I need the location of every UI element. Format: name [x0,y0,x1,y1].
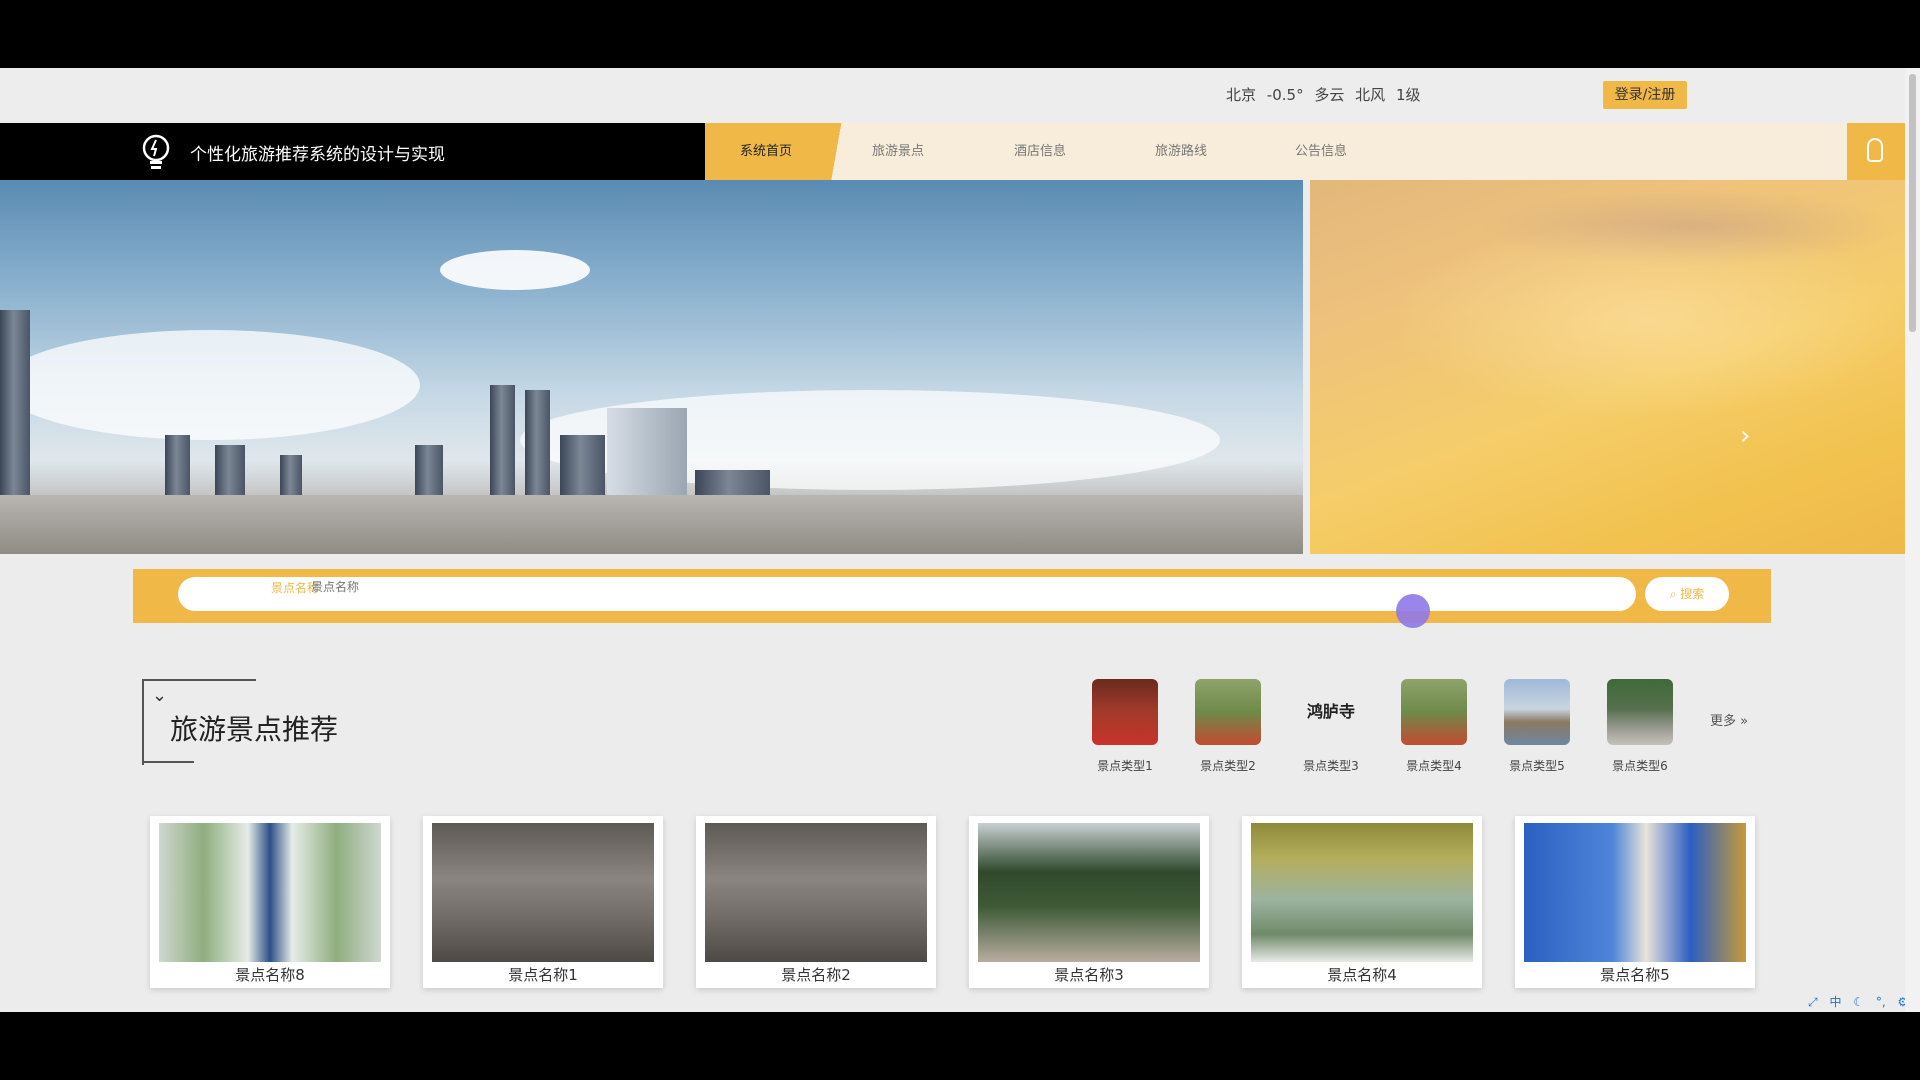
building-shape [0,310,30,500]
attraction-name: 景点名称3 [1054,966,1124,984]
category-item-4[interactable]: 景点类型4 [1389,679,1479,774]
category-item-2[interactable]: 景点类型2 [1183,679,1273,774]
attraction-card[interactable]: 景点名称1 [423,816,663,988]
category-thumb-garden [1401,679,1467,745]
search-input[interactable] [309,579,1413,595]
building-shape [215,445,245,500]
brand[interactable]: 个性化旅游推荐系统的设计与实现 [0,123,705,180]
attraction-name: 景点名称8 [235,966,305,984]
section-title: 旅游景点推荐 [170,713,339,746]
category-item-6[interactable]: 景点类型6 [1595,679,1685,774]
scrollbar-thumb[interactable] [1909,74,1916,332]
attraction-card[interactable]: 景点名称8 [150,816,390,988]
nav-item-hotels[interactable]: 酒店信息 [985,123,1095,180]
section-title-frame-bottom [142,761,194,763]
nav-item-attractions[interactable]: 旅游景点 [843,123,953,180]
weather-wind: 北风 [1355,86,1386,104]
category-label: 景点类型2 [1200,759,1256,773]
bulb-icon [1867,138,1883,162]
category-thumb-garden [1195,679,1261,745]
nav-toggle-button[interactable] [1847,123,1905,180]
category-item-5[interactable]: 景点类型5 [1492,679,1582,774]
attraction-card[interactable]: 景点名称2 [696,816,936,988]
attraction-image [1524,823,1746,962]
cursor-indicator [1396,594,1430,628]
search-button[interactable]: ⌕ 搜索 [1645,577,1729,611]
attraction-name: 景点名称1 [508,966,578,984]
attraction-image [705,823,927,962]
banner-city-image [0,180,1303,554]
category-item-3[interactable]: 鸿胪寺 景点类型3 [1286,679,1376,774]
ime-indicator[interactable]: 中 [1829,995,1841,1009]
building-shape [280,455,302,500]
weather-temp: -0.5° [1266,86,1304,104]
cloud-shape [440,250,590,290]
attraction-card[interactable]: 景点名称5 [1515,816,1755,988]
building-shape [165,435,190,500]
more-link[interactable]: 更多 » [1710,710,1748,729]
attraction-card[interactable]: 景点名称4 [1242,816,1482,988]
category-label: 景点类型4 [1406,759,1462,773]
building-shape [525,390,550,500]
system-tray: ⤢ 中 ☾ °, ⚙ [1800,993,1908,1010]
letterbox-bottom [0,1012,1920,1080]
nav-item-routes[interactable]: 旅游路线 [1126,123,1236,180]
search-icon: ⌕ [1669,587,1681,601]
search-button-label: 搜索 [1680,587,1705,601]
category-thumb-lake [1504,679,1570,745]
nav-item-notices[interactable]: 公告信息 [1266,123,1376,180]
page: 北京 -0.5° 多云 北风 1级 登录/注册 个性化旅游推荐系统的设计与实现 … [0,68,1920,1012]
chevron-down-icon: ⌄ [152,685,168,706]
resize-icon[interactable]: ⤢ [1808,995,1818,1009]
category-label: 景点类型1 [1097,759,1153,773]
category-item-1[interactable]: 景点类型1 [1080,679,1170,774]
category-label: 景点类型3 [1303,759,1359,773]
weather-level: 1级 [1395,86,1421,104]
building-shape [490,385,515,500]
letterbox-top [0,0,1920,68]
attraction-image [432,823,654,962]
attraction-name: 景点名称2 [781,966,851,984]
login-register-button[interactable]: 登录/注册 [1603,81,1687,109]
nav-item-home[interactable]: 系统首页 [705,123,827,180]
water-reflection [0,495,1303,554]
attraction-name: 景点名称5 [1600,966,1670,984]
building-shape [607,408,687,500]
sun-glow [1390,220,1905,420]
search-strip: 景点名称 ⌕ 搜索 [133,569,1771,623]
nav-active-notch [827,123,843,180]
weather-condition: 多云 [1314,86,1345,104]
punctuation-icon[interactable]: °, [1876,995,1886,1009]
brand-title: 个性化旅游推荐系统的设计与实现 [190,145,445,165]
category-label: 景点类型6 [1612,759,1668,773]
category-thumb-temple [1092,679,1158,745]
attraction-name: 景点名称4 [1327,966,1397,984]
attraction-image [159,823,381,962]
building-shape [415,445,443,500]
building-shape [560,435,605,500]
attraction-image [978,823,1200,962]
category-thumb-gate [1607,679,1673,745]
attraction-card[interactable]: 景点名称3 [969,816,1209,988]
category-thumb-calligraphy: 鸿胪寺 [1298,679,1364,745]
page-scrollbar[interactable] [1905,68,1920,1012]
attraction-image [1251,823,1473,962]
weather-city: 北京 [1226,86,1257,104]
cloud-shape [0,330,420,440]
lightbulb-logo-icon [142,134,170,169]
banner-sunset-image [1310,180,1905,554]
top-info-bar: 北京 -0.5° 多云 北风 1级 登录/注册 [0,68,1905,123]
category-label: 景点类型5 [1509,759,1565,773]
banner-next-icon[interactable]: › [1740,421,1750,451]
weather-info: 北京 -0.5° 多云 北风 1级 [1226,84,1427,105]
nav-bar: 个性化旅游推荐系统的设计与实现 系统首页 旅游景点 酒店信息 旅游路线 公告信息 [0,123,1905,180]
moon-icon[interactable]: ☾ [1853,995,1864,1009]
